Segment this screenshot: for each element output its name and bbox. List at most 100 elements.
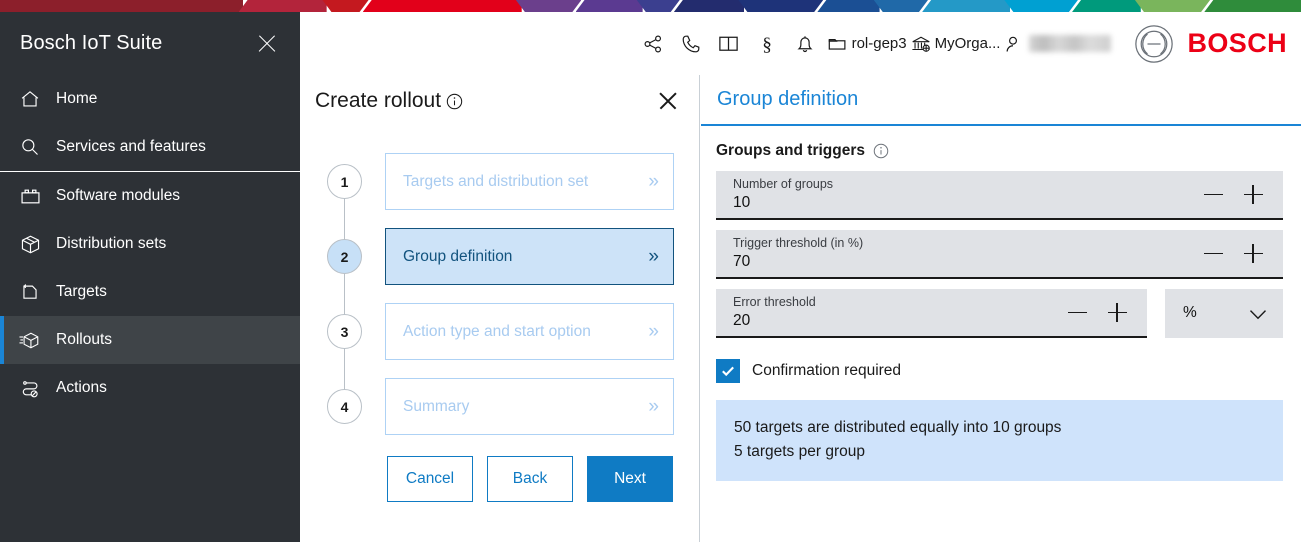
phone-icon[interactable] [672,25,710,63]
wizard-step-1-button[interactable]: Targets and distribution set » [385,153,674,210]
cancel-button[interactable]: Cancel [387,456,473,502]
stripe-segment [738,0,823,12]
summary-line-2: 5 targets per group [734,440,1265,464]
decrement-button[interactable] [1193,233,1233,275]
wizard-step-2-button[interactable]: Group definition» [385,228,674,285]
confirmation-required-checkbox[interactable]: Confirmation required [716,359,1283,383]
stripe-segment [1004,0,1078,12]
info-icon[interactable] [446,93,463,110]
wizard-step-3-button[interactable]: Action type and start option » [385,303,674,360]
box-icon [18,232,42,256]
field-label: Error threshold [733,295,1057,309]
decrement-button[interactable] [1193,174,1233,216]
field-label: Trigger threshold (in %) [733,236,1193,250]
stripe-segment [922,0,1010,12]
sidebar-header: Bosch IoT Suite [0,12,300,75]
sidebar-item-label: Targets [56,283,107,301]
share-icon[interactable] [634,25,672,63]
sidebar-nav-list: Home Services and features Software module… [0,75,300,412]
wizard-header: Create rollout [301,75,699,127]
stripe-segment [674,0,744,12]
unit-select[interactable]: % [1165,289,1283,338]
increment-button[interactable] [1233,233,1273,275]
increment-button[interactable] [1097,292,1137,334]
organization-chip[interactable]: MyOrga... [909,33,1001,55]
search-icon [18,135,42,159]
organization-label: MyOrga... [935,35,1001,52]
actions-icon [18,376,42,400]
summary-line-1: 50 targets are distributed equally into … [734,416,1265,440]
checkbox-box[interactable] [716,359,740,383]
field-text-group: Error threshold 20 [733,295,1057,330]
wizard-step-4-button[interactable]: Summary» [385,378,674,435]
step-number-badge: 4 [327,389,362,424]
sidebar-item-rollouts[interactable]: Rollouts [0,316,300,364]
field-value[interactable]: 20 [733,311,1057,330]
detail-body: Groups and triggers Number of groups10 Tr… [700,126,1301,481]
sidebar-item-distribution-sets[interactable]: Distribution sets [0,220,300,268]
stripe-segment [363,0,522,12]
sidebar-item-actions[interactable]: Actions [0,364,300,412]
sidebar-item-label: Home [56,90,97,108]
distribution-summary-box: 50 targets are distributed equally into … [716,400,1283,481]
step-number-badge: 3 [327,314,362,349]
target-device-icon [18,280,42,304]
bosch-anchor-icon [1133,23,1175,65]
fields-container: Number of groups10 Trigger threshold (in … [716,171,1283,338]
chevron-right-double-icon: » [648,322,659,341]
section-title: Groups and triggers [716,142,865,160]
chevron-down-icon [1249,307,1267,318]
wizard-step-row: 1 Targets and distribution set » [301,144,674,219]
wizard-steps: 1 Targets and distribution set » 2 Group def… [301,144,699,444]
page-title: Create rollout [315,89,655,113]
section-sign-icon[interactable]: § [748,25,786,63]
close-icon[interactable] [254,31,280,57]
step-number-badge: 1 [327,164,362,199]
sidebar-item-software-modules[interactable]: Software modules [0,172,300,220]
sidebar-item-targets[interactable]: Targets [0,268,300,316]
decrement-button[interactable] [1057,292,1097,334]
stripe-segment [576,0,643,12]
stripe-segment [1204,0,1301,12]
stripe-segment [874,0,928,12]
tenant-label: rol-gep3 [852,35,907,52]
wizard-step-row: 4 Summary» [301,369,674,444]
wizard-actions: Cancel Back Next [301,444,699,502]
main-sidebar: Bosch IoT Suite Home Services and feature… [0,12,300,542]
step-connector-line [344,181,345,406]
field-value[interactable]: 70 [733,252,1193,271]
create-rollout-wizard: Create rollout 1 Targets and distribution… [301,75,700,542]
stripe-segment [516,0,581,12]
sidebar-title: Bosch IoT Suite [20,32,254,55]
wizard-step-label: Targets and distribution set [403,173,588,191]
close-icon[interactable] [655,88,681,114]
info-icon[interactable] [873,143,890,160]
wizard-step-label: Action type and start option [403,323,591,341]
field-error-threshold[interactable]: Error threshold 20 [716,289,1147,338]
book-icon[interactable] [710,25,748,63]
field-trigger-threshold-in[interactable]: Trigger threshold (in %) 70 [716,230,1283,279]
step-number-badge: 2 [327,239,362,274]
next-button[interactable]: Next [587,456,673,502]
stripe-segment [1135,0,1210,12]
svg-text:§: § [762,34,772,55]
rollout-icon [18,328,42,352]
wizard-step-row: 3 Action type and start option » [301,294,674,369]
sidebar-item-label: Software modules [56,187,180,205]
back-button[interactable]: Back [487,456,573,502]
chevron-right-double-icon: » [648,172,659,191]
field-text-group: Trigger threshold (in %) 70 [733,236,1193,271]
tenant-chip[interactable]: rol-gep3 [826,33,907,55]
wizard-step-label: Summary [403,398,469,416]
sidebar-item-services-and-features[interactable]: Services and features [0,123,300,171]
group-definition-panel: Group definition Groups and triggers Num… [700,75,1301,542]
field-number-of-groups[interactable]: Number of groups10 [716,171,1283,220]
wizard-step-row: 2 Group definition» [301,219,674,294]
increment-button[interactable] [1233,174,1273,216]
bell-icon[interactable] [786,25,824,63]
sidebar-item-home[interactable]: Home [0,75,300,123]
field-value[interactable]: 10 [733,193,1193,212]
user-chip[interactable] [1002,33,1111,55]
wizard-step-label: Group definition [403,248,512,266]
sidebar-item-label: Actions [56,379,107,397]
